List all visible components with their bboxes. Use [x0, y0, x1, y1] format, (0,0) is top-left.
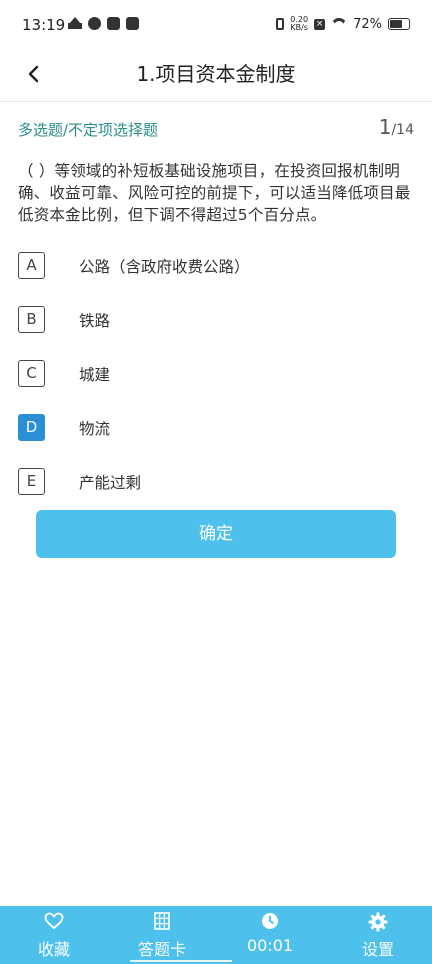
answer-card-label: 答题卡	[137, 940, 186, 959]
question-text: （ ）等领域的补短板基础设施项目，在投资回报机制明确、收益可靠、风险可控的前提下…	[18, 162, 411, 224]
option-letter: C	[18, 360, 45, 387]
header-divider	[0, 101, 432, 102]
option-text: 铁路	[79, 312, 111, 330]
question-total: /14	[391, 122, 414, 138]
play-icon	[126, 17, 139, 30]
question-current: 1	[378, 115, 392, 139]
status-bar: 13:19 0.20 KB/s × 72%	[0, 0, 432, 50]
settings-label: 设置	[361, 940, 394, 959]
option-e[interactable]: E 产能过剩	[18, 466, 414, 500]
option-text: 物流	[79, 420, 111, 438]
wifi-icon	[331, 18, 347, 30]
favorite-label: 收藏	[37, 940, 70, 959]
question-type: 多选题/不定项选择题	[18, 121, 159, 139]
clock-icon	[262, 913, 278, 929]
option-letter: E	[18, 468, 45, 495]
heart-icon	[44, 912, 64, 930]
mail-icon	[107, 17, 120, 30]
app-notification-icon	[88, 17, 101, 30]
timer-tab[interactable]: 00:01	[216, 906, 324, 964]
battery-fill	[390, 20, 402, 28]
title-bar: 1.项目资本金制度	[0, 50, 432, 98]
option-letter: B	[18, 306, 45, 333]
battery-percent: 72%	[353, 16, 382, 32]
gear-icon	[368, 912, 388, 932]
option-text: 产能过剩	[79, 474, 142, 492]
status-right: 0.20 KB/s × 72%	[276, 16, 410, 32]
option-text: 城建	[79, 366, 111, 384]
notification-icons	[68, 17, 139, 30]
option-letter: A	[18, 252, 45, 279]
crown-icon	[68, 17, 82, 29]
confirm-button[interactable]: 确定	[36, 510, 396, 558]
answer-card-tab[interactable]: 答题卡	[108, 906, 216, 964]
option-text: 公路（含政府收费公路）	[79, 258, 250, 276]
status-time: 13:19	[22, 16, 66, 34]
settings-tab[interactable]: 设置	[324, 906, 432, 964]
option-d[interactable]: D 物流	[18, 412, 414, 446]
grid-icon	[154, 912, 170, 930]
vibrate-icon	[276, 18, 285, 30]
bottom-nav: 收藏 答题卡 00:01 设置	[0, 906, 432, 964]
timer-label: 00:01	[246, 936, 294, 955]
option-b[interactable]: B 铁路	[18, 304, 414, 338]
battery-icon	[388, 18, 410, 30]
sim-off-icon: ×	[314, 18, 326, 30]
net-speed-unit: KB/s	[290, 23, 308, 32]
favorite-tab[interactable]: 收藏	[0, 906, 108, 964]
question-progress: 1/14	[379, 115, 414, 139]
page-title: 1.项目资本金制度	[136, 62, 296, 86]
option-a[interactable]: A 公路（含政府收费公路）	[18, 250, 414, 284]
net-speed: 0.20 KB/s	[290, 16, 308, 32]
option-c[interactable]: C 城建	[18, 358, 414, 392]
option-letter: D	[18, 414, 45, 441]
